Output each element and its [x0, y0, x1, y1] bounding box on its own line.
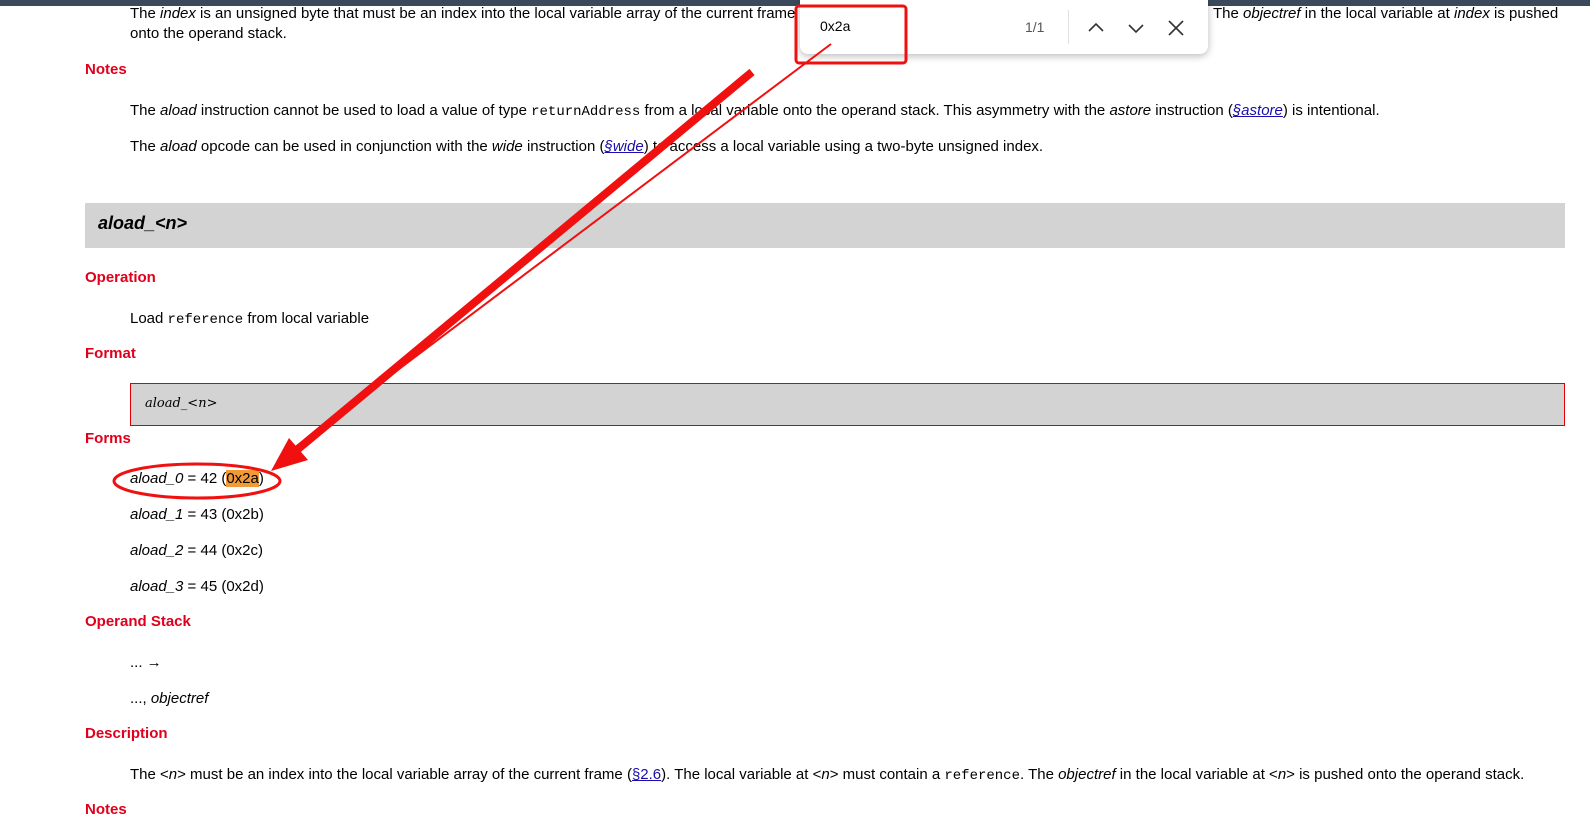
operand-stack-after: ..., objectref: [130, 690, 209, 707]
form-item-1: aload_1 = 43 (0x2b): [130, 506, 264, 523]
find-separator: [1068, 10, 1069, 44]
operation-heading: Operation: [85, 269, 156, 286]
form-item-3: aload_3 = 45 (0x2d): [130, 578, 264, 595]
chevron-up-icon: [1088, 22, 1104, 32]
find-bar: 1/1: [800, 0, 1208, 54]
section-title: aload_<n>: [98, 213, 188, 233]
chevron-down-icon: [1128, 24, 1144, 34]
description-top-line2: onto the operand stack.: [130, 25, 287, 42]
find-match-highlight: 0x2a: [226, 470, 259, 487]
find-previous-button[interactable]: [1082, 14, 1110, 42]
format-text: aload_<n>: [145, 396, 218, 411]
form-item-2: aload_2 = 44 (0x2c): [130, 542, 264, 559]
description-heading: Description: [85, 725, 168, 742]
forms-heading: Forms: [85, 430, 131, 447]
description-text: The <n> must be an index into the local …: [130, 766, 1525, 784]
format-box: aload_<n>: [130, 383, 1565, 426]
link-wide[interactable]: §wide: [604, 138, 643, 155]
operand-stack-before: ... →: [130, 654, 162, 671]
form-item-0: aload_0 = 42 (0x2a): [130, 470, 264, 487]
operation-text: Load reference from local variable: [130, 310, 370, 328]
link-astore[interactable]: §astore: [1233, 102, 1283, 119]
link-2-6[interactable]: §2.6: [632, 766, 661, 783]
notes-heading: Notes: [85, 61, 127, 78]
close-icon: [1168, 20, 1184, 36]
format-heading: Format: [85, 345, 136, 362]
description-top-line1-right: The objectref in the local variable at i…: [1213, 5, 1559, 22]
description-top-line1: The index is an unsigned byte that must …: [130, 5, 796, 22]
notes-heading-2: Notes: [85, 801, 127, 818]
find-close-button[interactable]: [1162, 14, 1190, 42]
operand-stack-heading: Operand Stack: [85, 613, 191, 630]
find-next-button[interactable]: [1122, 14, 1150, 42]
section-header-bar: [85, 203, 1565, 248]
find-match-count: 1/1: [1025, 19, 1045, 35]
find-input[interactable]: [820, 18, 980, 34]
notes-paragraph-2: The aload opcode can be used in conjunct…: [130, 138, 1044, 155]
document-page: The index is an unsigned byte that must …: [0, 0, 1590, 822]
notes-paragraph-1: The aload instruction cannot be used to …: [130, 102, 1380, 120]
